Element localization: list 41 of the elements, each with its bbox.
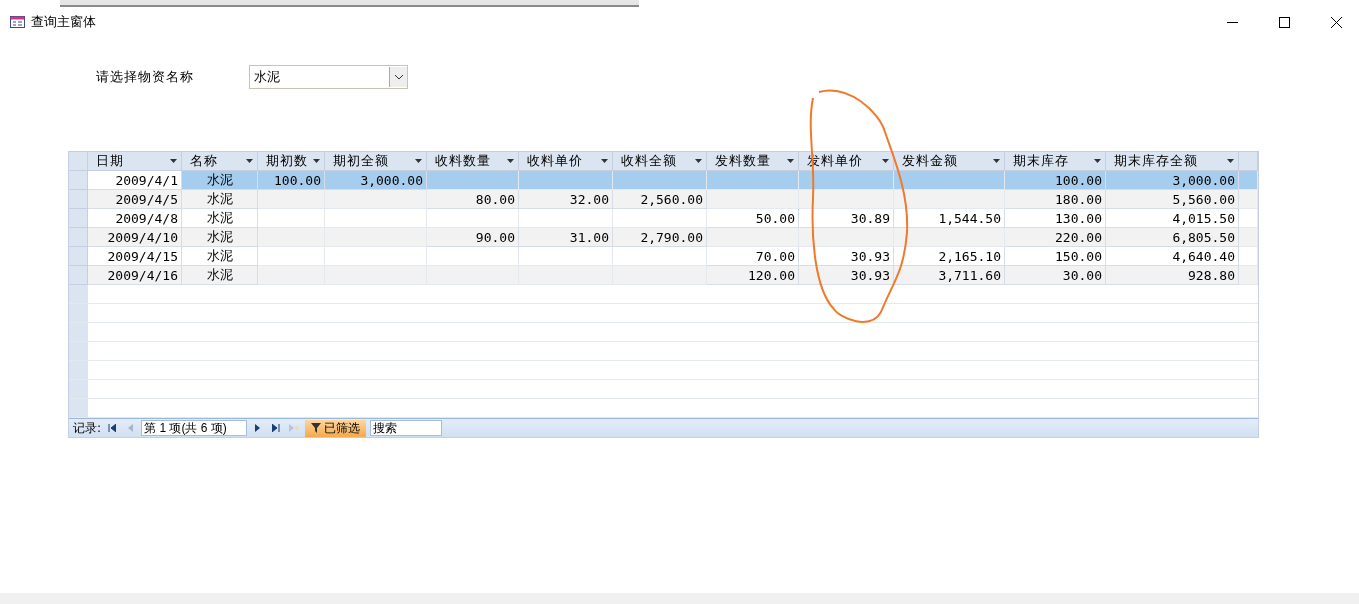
- field-label: 请选择物资名称: [96, 68, 195, 86]
- table-row[interactable]: 2009/4/5 水泥 80.00 32.00 2,560.00 180.00 5,560.00: [69, 190, 1258, 209]
- table-cell: 30.93: [799, 266, 894, 285]
- dropdown-arrow-icon[interactable]: [1227, 159, 1234, 163]
- table-row[interactable]: 2009/4/8 水泥 50.00 30.89 1,544.50 130.00 4,015.50: [69, 209, 1258, 228]
- record-position-field[interactable]: 第 1 项(共 6 项): [141, 420, 248, 436]
- next-record-icon[interactable]: [255, 424, 262, 432]
- filter-toggle-button[interactable]: 已筛选: [305, 419, 367, 437]
- table-cell: 2009/4/16: [88, 266, 182, 285]
- dropdown-arrow-icon[interactable]: [882, 159, 889, 163]
- dropdown-arrow-icon[interactable]: [1094, 159, 1101, 163]
- dropdown-arrow-icon[interactable]: [170, 159, 177, 163]
- funnel-icon[interactable]: [311, 423, 322, 433]
- dropdown-arrow-icon[interactable]: [695, 159, 702, 163]
- dropdown-arrow-icon[interactable]: [415, 159, 422, 163]
- table-cell: 120.00: [707, 266, 799, 285]
- table-cell: 水泥: [182, 266, 258, 285]
- dropdown-arrow-icon[interactable]: [313, 159, 320, 163]
- record-label: 记录:: [73, 419, 102, 437]
- table-cell: 3,711.60: [894, 266, 1005, 285]
- table-cell: 2009/4/1: [88, 171, 182, 190]
- table-row[interactable]: 2009/4/15 水泥 70.00 30.93 2,165.10 150.00 4,640.40: [69, 247, 1258, 266]
- table-cell: 928.80: [1106, 266, 1239, 285]
- dropdown-arrow-icon[interactable]: [993, 159, 1000, 163]
- dropdown-arrow-icon[interactable]: [787, 159, 794, 163]
- maximize-icon[interactable]: [1278, 16, 1290, 28]
- table-row[interactable]: 2009/4/16 水泥 120.00 30.93 3,711.60 30.00 928.80: [69, 266, 1258, 285]
- table-cell: 30.00: [1005, 266, 1106, 285]
- close-icon[interactable]: [1330, 16, 1342, 28]
- form-icon: [10, 16, 25, 28]
- dropdown-arrow-icon[interactable]: [507, 159, 514, 163]
- material-combo-box[interactable]: 水泥: [249, 65, 408, 89]
- dropdown-button[interactable]: [389, 67, 407, 87]
- dropdown-arrow-icon[interactable]: [601, 159, 608, 163]
- table-row[interactable]: 2009/4/10 水泥 90.00 31.00 2,790.00 220.00 6,805.50: [69, 228, 1258, 247]
- table-row[interactable]: 2009/4/1 水泥 100.00 3,000.00 100.00 3,000.00: [69, 171, 1258, 190]
- search-field[interactable]: 搜索: [370, 420, 443, 436]
- chevron-down-icon[interactable]: [394, 74, 403, 80]
- dropdown-arrow-icon[interactable]: [246, 159, 253, 163]
- window-title: 查询主窗体: [31, 13, 97, 31]
- combo-value: 水泥: [253, 68, 281, 86]
